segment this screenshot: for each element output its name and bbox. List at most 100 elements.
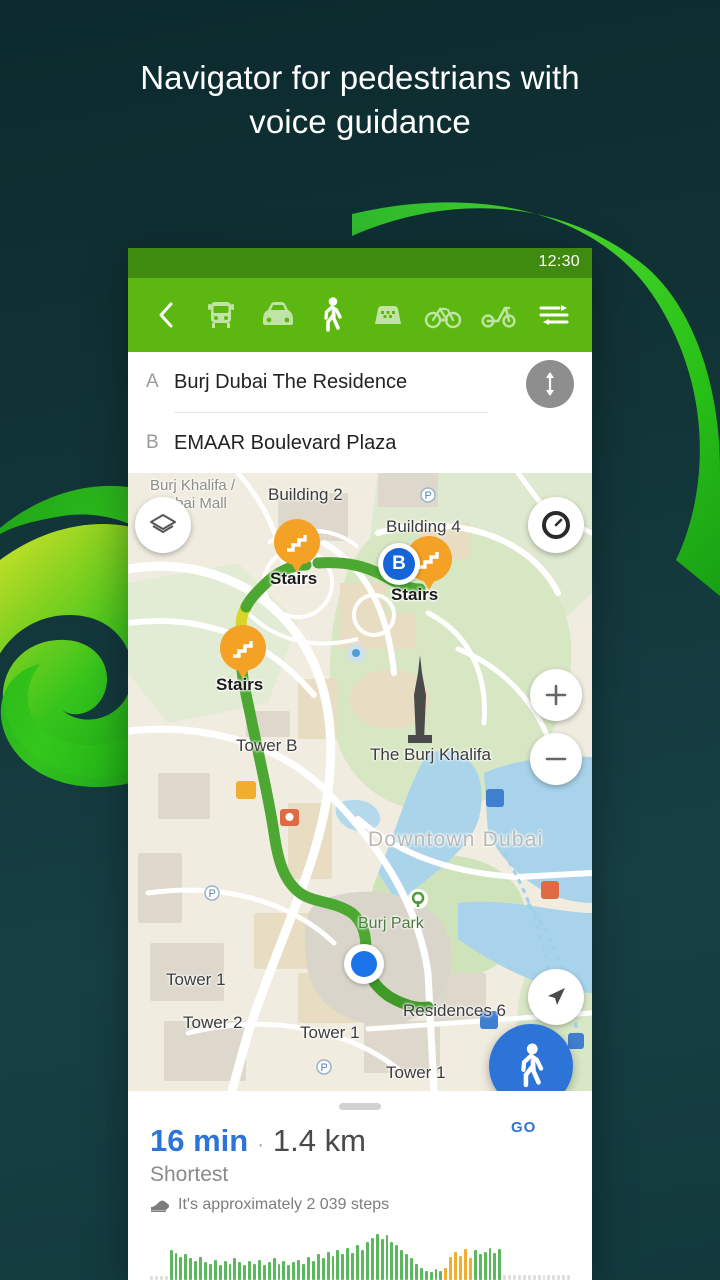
elevation-bar [552, 1275, 556, 1280]
stairs-icon [419, 552, 439, 569]
stairs-label: Stairs [391, 585, 439, 604]
map-label: Residences 6 [403, 1001, 507, 1020]
elevation-bar [179, 1257, 183, 1280]
destination-name: EMAAR Boulevard Plaza [174, 431, 397, 454]
elevation-bar [547, 1275, 551, 1280]
elevation-bar [557, 1275, 561, 1280]
elevation-bar [439, 1271, 443, 1280]
shoe-icon [150, 1198, 170, 1213]
map-label: Building 4 [386, 517, 461, 536]
stairs-icon [287, 535, 307, 552]
elevation-bar [542, 1275, 546, 1280]
elevation-bar [483, 1252, 487, 1280]
user-location-dot [344, 944, 384, 984]
locate-button[interactable] [528, 969, 584, 1025]
elevation-bar [498, 1249, 502, 1280]
elevation-bar [473, 1250, 477, 1280]
elevation-bar [272, 1258, 276, 1280]
elevation-bar [253, 1264, 256, 1280]
car-icon[interactable] [253, 291, 301, 339]
elevation-bar [567, 1275, 570, 1280]
elevation-bar [336, 1250, 340, 1280]
bicycle-icon[interactable] [419, 291, 467, 339]
route-type: Shortest [150, 1163, 229, 1186]
svg-text:P: P [321, 1062, 328, 1074]
elevation-bar [218, 1265, 222, 1280]
taxi-icon[interactable] [364, 291, 412, 339]
elevation-bar [267, 1262, 271, 1280]
map-label: Burj Park [358, 915, 424, 932]
elevation-bar [405, 1254, 409, 1280]
back-button[interactable] [142, 291, 190, 339]
elevation-bar [316, 1254, 320, 1280]
elevation-bar [488, 1248, 492, 1280]
sheet-drag-handle[interactable] [339, 1103, 381, 1110]
elevation-bar [277, 1264, 281, 1280]
route-destination-row[interactable]: B EMAAR Boulevard Plaza [146, 413, 574, 473]
elevation-bar [454, 1252, 458, 1280]
elevation-bar [164, 1276, 168, 1280]
transport-mode-toolbar [128, 278, 592, 352]
map-view[interactable]: P P P Burj Khalifa / Dubai Mall Building… [128, 473, 592, 1091]
elevation-chart [150, 1234, 570, 1280]
elevation-bar [223, 1261, 227, 1280]
elevation-bar [351, 1253, 355, 1280]
svg-text:P: P [209, 888, 216, 900]
trip-duration: 16 min [150, 1123, 249, 1158]
map-label: Tower B [236, 736, 298, 755]
swap-points-button[interactable] [526, 360, 574, 408]
stairs-icon [233, 641, 253, 658]
route-points-panel: A Burj Dubai The Residence B EMAAR Boule… [128, 352, 592, 473]
elevation-bar [522, 1275, 526, 1280]
sliders-icon[interactable] [530, 291, 578, 339]
elevation-bar [208, 1264, 212, 1280]
plus-icon [545, 684, 567, 706]
layers-button[interactable] [135, 497, 191, 553]
map-label: Burj Khalifa / [150, 477, 236, 494]
trip-distance: 1.4 km [272, 1123, 366, 1158]
elevation-bar [424, 1271, 428, 1280]
elevation-bar [385, 1235, 389, 1280]
stairs-marker[interactable] [220, 625, 266, 679]
elevation-bar [199, 1257, 202, 1280]
elevation-bar [150, 1276, 153, 1280]
origin-letter: A [146, 371, 159, 392]
bus-icon[interactable] [197, 291, 245, 339]
elevation-bar [311, 1261, 315, 1280]
elevation-bar [532, 1275, 536, 1280]
elevation-bar [493, 1253, 497, 1280]
minus-icon [545, 757, 567, 761]
compass-button[interactable] [528, 497, 584, 553]
pedestrian-icon[interactable] [308, 291, 356, 339]
elevation-bar [527, 1275, 531, 1280]
elevation-bar [449, 1257, 453, 1280]
svg-text:P: P [425, 490, 432, 502]
elevation-bar [380, 1239, 384, 1280]
elevation-bar [434, 1269, 438, 1280]
elevation-bar [459, 1256, 462, 1280]
elevation-bar [189, 1258, 193, 1280]
elevation-bar [203, 1262, 207, 1280]
trip-summary-sheet[interactable]: GO 16 min · 1.4 km Shortest It's approxi… [128, 1091, 592, 1280]
zoom-in-button[interactable] [530, 669, 582, 721]
stairs-marker[interactable] [274, 519, 320, 573]
elevation-bar [517, 1275, 521, 1280]
map-label: Tower 1 [386, 1063, 446, 1082]
elevation-bar [292, 1262, 296, 1280]
swap-vertical-icon [546, 372, 554, 396]
route-origin-row[interactable]: A Burj Dubai The Residence [146, 352, 574, 412]
origin-name: Burj Dubai The Residence [174, 370, 408, 393]
elevation-bar [238, 1262, 242, 1280]
map-label: Downtown Dubai [368, 828, 544, 851]
scooter-icon[interactable] [475, 291, 523, 339]
zoom-out-button[interactable] [530, 733, 582, 785]
elevation-bar [513, 1275, 516, 1280]
elevation-bar [444, 1268, 448, 1280]
elevation-bar [169, 1250, 173, 1280]
compass-icon [542, 511, 570, 539]
destination-marker[interactable]: B [378, 543, 420, 585]
status-bar: 12:30 [128, 248, 592, 278]
elevation-bar [228, 1264, 232, 1280]
elevation-bar [213, 1260, 217, 1280]
elevation-bar [307, 1257, 310, 1280]
